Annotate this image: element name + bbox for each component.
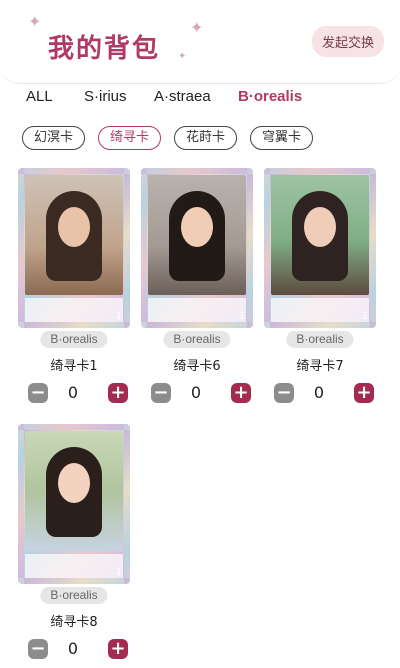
card-name: 绮寻卡8 <box>50 615 98 630</box>
card-item: 1 B·orealis 绮寻卡1 − 0 + <box>18 168 130 408</box>
sparkle-icon: ✦ <box>178 51 187 62</box>
quantity-stepper: − 0 + <box>141 383 253 403</box>
subtab-qiongyi[interactable]: 穹翼卡 <box>250 126 314 150</box>
increase-button[interactable]: + <box>108 383 128 403</box>
group-badge: B·orealis <box>40 587 108 604</box>
decrease-button[interactable]: − <box>274 383 294 403</box>
group-badge: B·orealis <box>163 331 231 348</box>
card-image[interactable]: 1 <box>264 168 376 328</box>
card-photo <box>148 175 246 295</box>
subtab-qixun[interactable]: 绮寻卡 <box>98 126 162 150</box>
subtab-huashi[interactable]: 花莳卡 <box>174 126 238 150</box>
card-name: 绮寻卡6 <box>173 359 221 374</box>
quantity-stepper: − 0 + <box>264 383 376 403</box>
decrease-button[interactable]: − <box>151 383 171 403</box>
quantity-stepper: − 0 + <box>18 639 130 659</box>
quantity-value: 0 <box>67 639 79 658</box>
page-header: ✦ ✦ ✦ 我的背包 发起交换 <box>0 0 400 84</box>
card-type-tabs: 幻溟卡 绮寻卡 花莳卡 穹翼卡 <box>22 126 314 150</box>
quantity-value: 0 <box>190 383 202 402</box>
card-footer <box>25 298 123 322</box>
group-badge: B·orealis <box>286 331 354 348</box>
tab-astraea[interactable]: A·straea <box>154 88 211 105</box>
card-number: 1 <box>115 310 122 322</box>
quantity-value: 0 <box>67 383 79 402</box>
card-name: 绮寻卡7 <box>296 359 344 374</box>
decrease-button[interactable]: − <box>28 639 48 659</box>
face-shape <box>304 207 336 247</box>
tab-sirius[interactable]: S·irius <box>84 88 127 105</box>
group-badge: B·orealis <box>40 331 108 348</box>
subtab-huanming[interactable]: 幻溟卡 <box>22 126 86 150</box>
card-item: 1 B·orealis 绮寻卡7 − 0 + <box>264 168 376 408</box>
card-image[interactable]: 1 <box>18 424 130 584</box>
card-item: 1 B·orealis 绮寻卡8 − 0 + <box>18 424 130 664</box>
increase-button[interactable]: + <box>231 383 251 403</box>
card-footer <box>25 554 123 578</box>
face-shape <box>181 207 213 247</box>
face-shape <box>58 207 90 247</box>
card-name: 绮寻卡1 <box>50 359 98 374</box>
decrease-button[interactable]: − <box>28 383 48 403</box>
sparkle-icon: ✦ <box>190 18 204 37</box>
card-number: 1 <box>238 310 245 322</box>
card-photo <box>25 431 123 551</box>
card-item: 1 B·orealis 绮寻卡6 − 0 + <box>141 168 253 408</box>
increase-button[interactable]: + <box>354 383 374 403</box>
quantity-value: 0 <box>313 383 325 402</box>
increase-button[interactable]: + <box>108 639 128 659</box>
group-tabs: ALL S·irius A·straea B·orealis <box>0 88 400 114</box>
page-title: 我的背包 <box>48 34 161 64</box>
face-shape <box>58 463 90 503</box>
card-number: 1 <box>361 310 368 322</box>
card-footer <box>271 298 369 322</box>
card-footer <box>148 298 246 322</box>
card-image[interactable]: 1 <box>141 168 253 328</box>
sparkle-icon: ✦ <box>28 12 42 31</box>
quantity-stepper: − 0 + <box>18 383 130 403</box>
start-trade-button[interactable]: 发起交换 <box>311 26 384 57</box>
card-photo <box>25 175 123 295</box>
card-photo <box>271 175 369 295</box>
card-number: 1 <box>115 566 122 578</box>
tab-borealis[interactable]: B·orealis <box>238 88 302 105</box>
card-image[interactable]: 1 <box>18 168 130 328</box>
tab-all[interactable]: ALL <box>26 88 53 105</box>
